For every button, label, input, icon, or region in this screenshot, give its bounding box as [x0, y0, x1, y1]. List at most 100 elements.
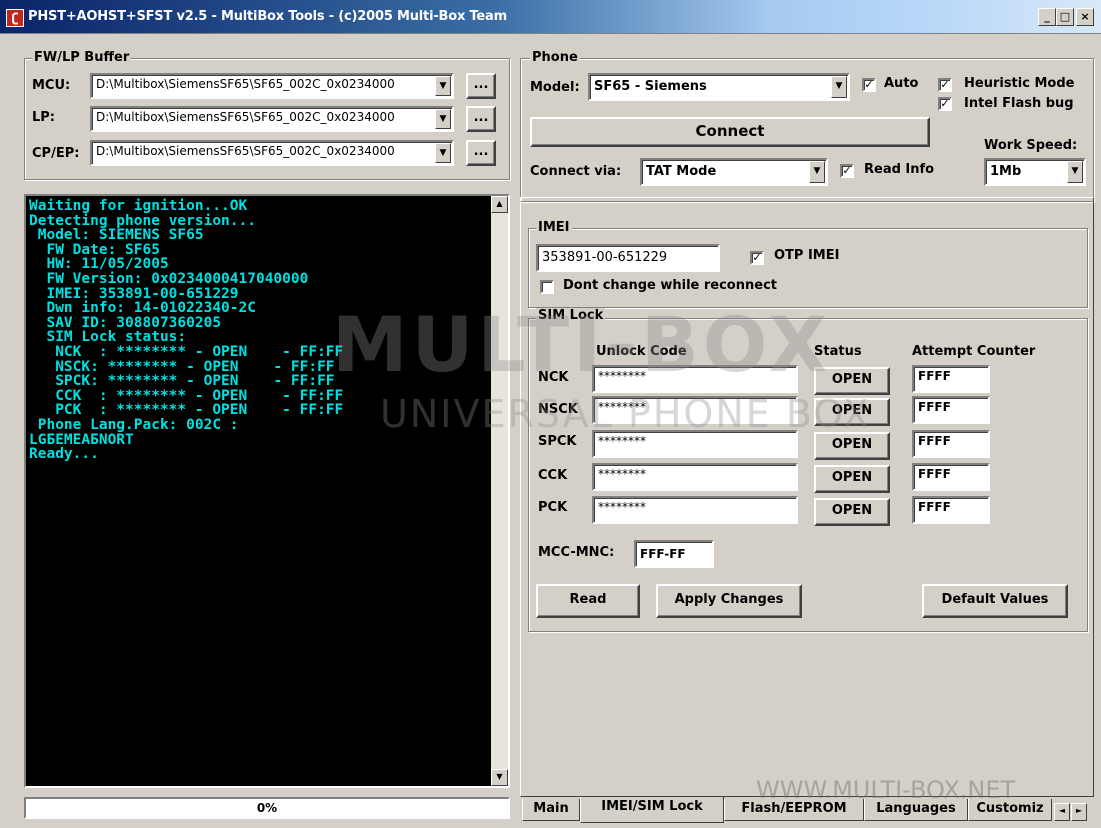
apply-changes-button[interactable]: Apply Changes	[656, 584, 802, 618]
cpep-path-field[interactable]: D:\Multibox\SiemensSF65\SF65_002C_0x0234…	[90, 140, 454, 166]
log-line: Ready...	[29, 446, 99, 463]
status-header: Status	[814, 344, 862, 359]
log-line: FW Version: 0x0234000417040000	[29, 270, 309, 287]
model-value: SF65 - Siemens	[594, 79, 707, 94]
simlock-title: SIM Lock	[536, 308, 606, 323]
log-line: Model: SIEMENS SF65	[29, 227, 204, 244]
connect-via-select[interactable]: TAT Mode ▼	[640, 158, 828, 186]
heuristic-mode-label: Heuristic Mode	[964, 76, 1075, 91]
cpep-browse-button[interactable]: ...	[466, 140, 496, 166]
lp-path-field[interactable]: D:\Multibox\SiemensSF65\SF65_002C_0x0234…	[90, 106, 454, 132]
console-scrollbar[interactable]: ▲ ▼	[491, 196, 508, 786]
chevron-down-icon[interactable]: ▼	[435, 109, 451, 129]
attempt-counter-field[interactable]: FFFF	[912, 463, 990, 491]
scroll-down-icon[interactable]: ▼	[491, 769, 508, 786]
maximize-button[interactable]: □	[1056, 8, 1074, 26]
log-line: PCK : ******** - OPEN - FF:FF	[29, 402, 344, 419]
log-line: Dwn info: 14-01022340-2C	[29, 300, 256, 317]
tab-languages[interactable]: Languages	[864, 799, 968, 821]
simlock-row-name: CCK	[538, 468, 568, 483]
mcc-mnc-field[interactable]: FFF-FF	[634, 540, 714, 568]
unlock-code-field[interactable]: ********	[592, 496, 798, 524]
model-select[interactable]: SF65 - Siemens ▼	[588, 73, 850, 101]
chevron-down-icon[interactable]: ▼	[809, 161, 825, 183]
close-button[interactable]: ×	[1076, 8, 1094, 26]
tab-scroll-right-icon[interactable]: ►	[1071, 803, 1087, 821]
log-console[interactable]: Waiting for ignition...OK Detecting phone…	[24, 194, 510, 788]
attempt-counter-field[interactable]: FFFF	[912, 430, 990, 458]
mcu-path-field[interactable]: D:\Multibox\SiemensSF65\SF65_002C_0x0234…	[90, 73, 454, 99]
scroll-up-icon[interactable]: ▲	[491, 196, 508, 213]
log-line: CCK : ******** - OPEN - FF:FF	[29, 387, 344, 404]
auto-label: Auto	[884, 76, 919, 91]
otp-imei-checkbox[interactable]: ✓	[750, 251, 764, 265]
status-button[interactable]: OPEN	[814, 498, 890, 526]
unlock-code-field[interactable]: ********	[592, 430, 798, 458]
default-values-button[interactable]: Default Values	[922, 584, 1068, 618]
chevron-down-icon[interactable]: ▼	[1067, 161, 1083, 183]
log-text: Waiting for ignition...OK Detecting phone…	[29, 199, 343, 462]
dont-change-checkbox[interactable]	[540, 280, 554, 294]
unlock-code-field[interactable]: ********	[592, 463, 798, 491]
work-speed-select[interactable]: 1Mb ▼	[984, 158, 1086, 186]
progress-bar: 0%	[24, 797, 510, 819]
log-line: NCK : ******** - OPEN - FF:FF	[29, 343, 344, 360]
simlock-row-name: SPCK	[538, 434, 577, 449]
imei-field[interactable]: 353891-00-651229	[536, 244, 720, 272]
unlock-code-field[interactable]: ********	[592, 365, 798, 393]
chevron-down-icon[interactable]: ▼	[435, 143, 451, 163]
auto-checkbox[interactable]: ✓	[862, 78, 876, 92]
title-bar[interactable]: ʗ PHST+AOHST+SFST v2.5 - MultiBox Tools …	[0, 0, 1101, 34]
app-icon: ʗ	[6, 9, 24, 27]
log-line: SIM Lock status:	[29, 329, 187, 346]
work-speed-value: 1Mb	[990, 164, 1022, 179]
unlock-code-header: Unlock Code	[596, 344, 687, 359]
tab-customize[interactable]: Customiz	[968, 799, 1052, 821]
status-button[interactable]: OPEN	[814, 432, 890, 460]
window-title: PHST+AOHST+SFST v2.5 - MultiBox Tools - …	[28, 9, 507, 24]
simlock-row-name: NCK	[538, 370, 569, 385]
chevron-down-icon[interactable]: ▼	[435, 76, 451, 96]
lp-path-value: D:\Multibox\SiemensSF65\SF65_002C_0x0234…	[96, 110, 395, 124]
heuristic-mode-checkbox[interactable]: ✓	[938, 78, 952, 92]
status-button[interactable]: OPEN	[814, 465, 890, 493]
log-line: Detecting phone version...	[29, 212, 256, 229]
mcu-browse-button[interactable]: ...	[466, 73, 496, 99]
connect-via-value: TAT Mode	[646, 164, 717, 179]
tab-main[interactable]: Main	[522, 799, 580, 821]
log-line: FW Date: SF65	[29, 241, 160, 258]
read-info-label: Read Info	[864, 162, 935, 177]
attempt-counter-field[interactable]: FFFF	[912, 365, 990, 393]
log-line: HW: 11/05/2005	[29, 256, 169, 273]
status-button[interactable]: OPEN	[814, 367, 890, 395]
log-line: LGБEMEAБNORT	[29, 431, 134, 448]
mcu-path-value: D:\Multibox\SiemensSF65\SF65_002C_0x0234…	[96, 77, 395, 91]
tab-flash-eeprom[interactable]: Flash/EEPROM	[724, 799, 864, 821]
otp-imei-label: OTP IMEI	[774, 248, 840, 263]
log-line: Phone Lang.Pack: 002C :	[29, 416, 239, 433]
lp-browse-button[interactable]: ...	[466, 106, 496, 132]
simlock-row-name: NSCK	[538, 402, 578, 417]
cpep-path-value: D:\Multibox\SiemensSF65\SF65_002C_0x0234…	[96, 144, 395, 158]
chevron-down-icon[interactable]: ▼	[831, 76, 847, 98]
unlock-code-field[interactable]: ********	[592, 396, 798, 424]
read-button[interactable]: Read	[536, 584, 640, 618]
model-label: Model:	[530, 80, 580, 95]
cpep-label: CP/EP:	[32, 146, 80, 161]
simlock-row-name: PCK	[538, 500, 568, 515]
minimize-button[interactable]: _	[1038, 8, 1056, 26]
attempt-counter-field[interactable]: FFFF	[912, 496, 990, 524]
log-line: IMEI: 353891-00-651229	[29, 285, 239, 302]
connect-button[interactable]: Connect	[530, 117, 930, 147]
fw-buffer-title: FW/LP Buffer	[32, 50, 132, 65]
log-line: NSCK: ******** - OPEN - FF:FF	[29, 358, 335, 375]
work-speed-label: Work Speed:	[984, 138, 1078, 153]
attempt-counter-field[interactable]: FFFF	[912, 396, 990, 424]
status-button[interactable]: OPEN	[814, 398, 890, 426]
lp-label: LP:	[32, 110, 56, 125]
tab-imei-sim-lock[interactable]: IMEI/SIM Lock	[580, 797, 724, 823]
read-info-checkbox[interactable]: ✓	[840, 164, 854, 178]
intel-flash-bug-checkbox[interactable]: ✓	[938, 97, 952, 111]
tab-scroll-left-icon[interactable]: ◄	[1054, 803, 1070, 821]
log-line: SPCK: ******** - OPEN - FF:FF	[29, 373, 335, 390]
